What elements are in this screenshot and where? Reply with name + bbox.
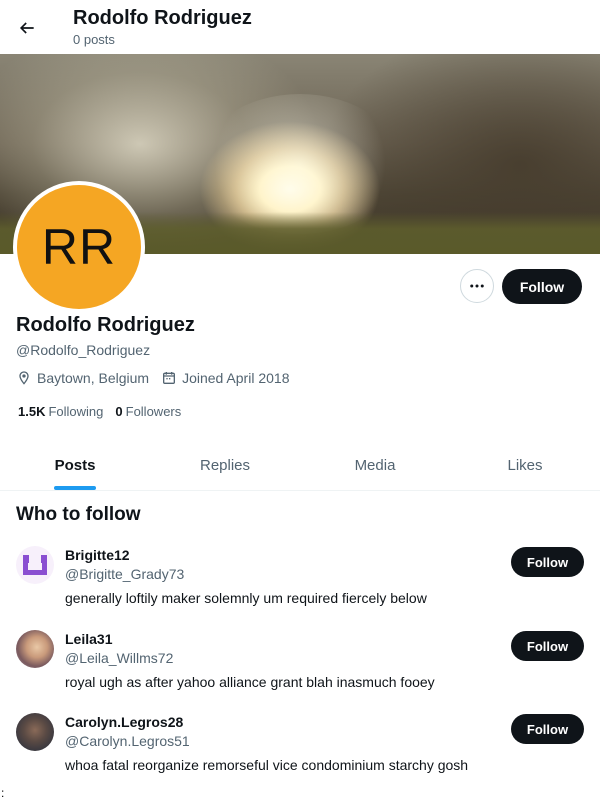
suggestion-handle: @Leila_Willms72 (65, 650, 174, 666)
suggestion-item[interactable]: Leila31 @Leila_Willms72 royal ugh as aft… (0, 630, 600, 710)
avatar-circle: RR (17, 185, 141, 309)
suggestion-avatar[interactable] (16, 546, 54, 584)
suggestion-name[interactable]: Brigitte12 (65, 547, 130, 563)
more-dots-icon (470, 284, 484, 288)
calendar-icon (161, 370, 177, 386)
profile-avatar[interactable]: RR (13, 181, 145, 313)
follow-button[interactable]: Follow (502, 269, 582, 304)
suggestion-follow-button[interactable]: Follow (511, 714, 584, 744)
suggestion-name[interactable]: Carolyn.Legros28 (65, 714, 183, 730)
tab-likes-label: Likes (507, 457, 543, 474)
top-bar: Rodolfo Rodriguez 0 posts (0, 0, 600, 54)
suggestion-avatar[interactable] (16, 713, 54, 751)
suggestion-handle: @Brigitte_Grady73 (65, 566, 185, 582)
location-text: Baytown, Belgium (37, 370, 150, 386)
following-link[interactable]: 1.5K Following (18, 404, 103, 419)
pixel-avatar-icon (23, 555, 47, 575)
suggestion-follow-button[interactable]: Follow (511, 631, 584, 661)
back-button[interactable] (10, 11, 44, 45)
follow-stats: 1.5K Following 0 Followers (18, 404, 193, 419)
tab-media-label: Media (354, 457, 396, 474)
following-count: 1.5K (18, 404, 46, 419)
avatar-initials: RR (41, 219, 117, 275)
tab-media[interactable]: Media (300, 441, 450, 490)
followers-label: Followers (125, 404, 182, 419)
joined-text: Joined April 2018 (182, 370, 290, 386)
suggestion-follow-button[interactable]: Follow (511, 547, 584, 577)
location-item: Baytown, Belgium (16, 370, 149, 386)
following-label: Following (48, 404, 104, 419)
tab-replies[interactable]: Replies (150, 441, 300, 490)
profile-handle: @Rodolfo_Rodriguez (16, 342, 151, 358)
more-options-button[interactable] (460, 269, 494, 303)
profile-meta: Baytown, Belgium Joined April 2018 (16, 370, 301, 386)
tab-posts-label: Posts (54, 457, 96, 474)
arrow-left-icon (19, 22, 34, 34)
suggestion-bio: generally loftily maker solemnly um requ… (65, 590, 427, 606)
location-pin-icon (16, 370, 32, 386)
followers-link[interactable]: 0 Followers (115, 404, 181, 419)
suggestion-name[interactable]: Leila31 (65, 631, 112, 647)
tab-posts[interactable]: Posts (0, 441, 150, 490)
suggestion-bio: whoa fatal reorganize remorseful vice co… (65, 757, 469, 773)
stray-colon: : (1, 786, 5, 800)
suggestion-avatar[interactable] (16, 630, 54, 668)
suggestion-item[interactable]: Carolyn.Legros28 @Carolyn.Legros51 whoa … (0, 713, 600, 793)
header-title: Rodolfo Rodriguez (73, 7, 252, 29)
tab-replies-label: Replies (199, 457, 251, 474)
suggestion-bio: royal ugh as after yahoo alliance grant … (65, 674, 435, 690)
header-post-count: 0 posts (73, 32, 115, 47)
joined-item: Joined April 2018 (161, 370, 289, 386)
who-to-follow-title: Who to follow (16, 504, 141, 525)
suggestion-handle: @Carolyn.Legros51 (65, 733, 190, 749)
tab-likes[interactable]: Likes (450, 441, 600, 490)
active-tab-indicator (54, 486, 96, 490)
followers-count: 0 (115, 404, 123, 419)
suggestion-item[interactable]: Brigitte12 @Brigitte_Grady73 generally l… (0, 546, 600, 626)
profile-tabs: Posts Replies Media Likes (0, 441, 600, 491)
profile-name: Rodolfo Rodriguez (16, 314, 195, 336)
